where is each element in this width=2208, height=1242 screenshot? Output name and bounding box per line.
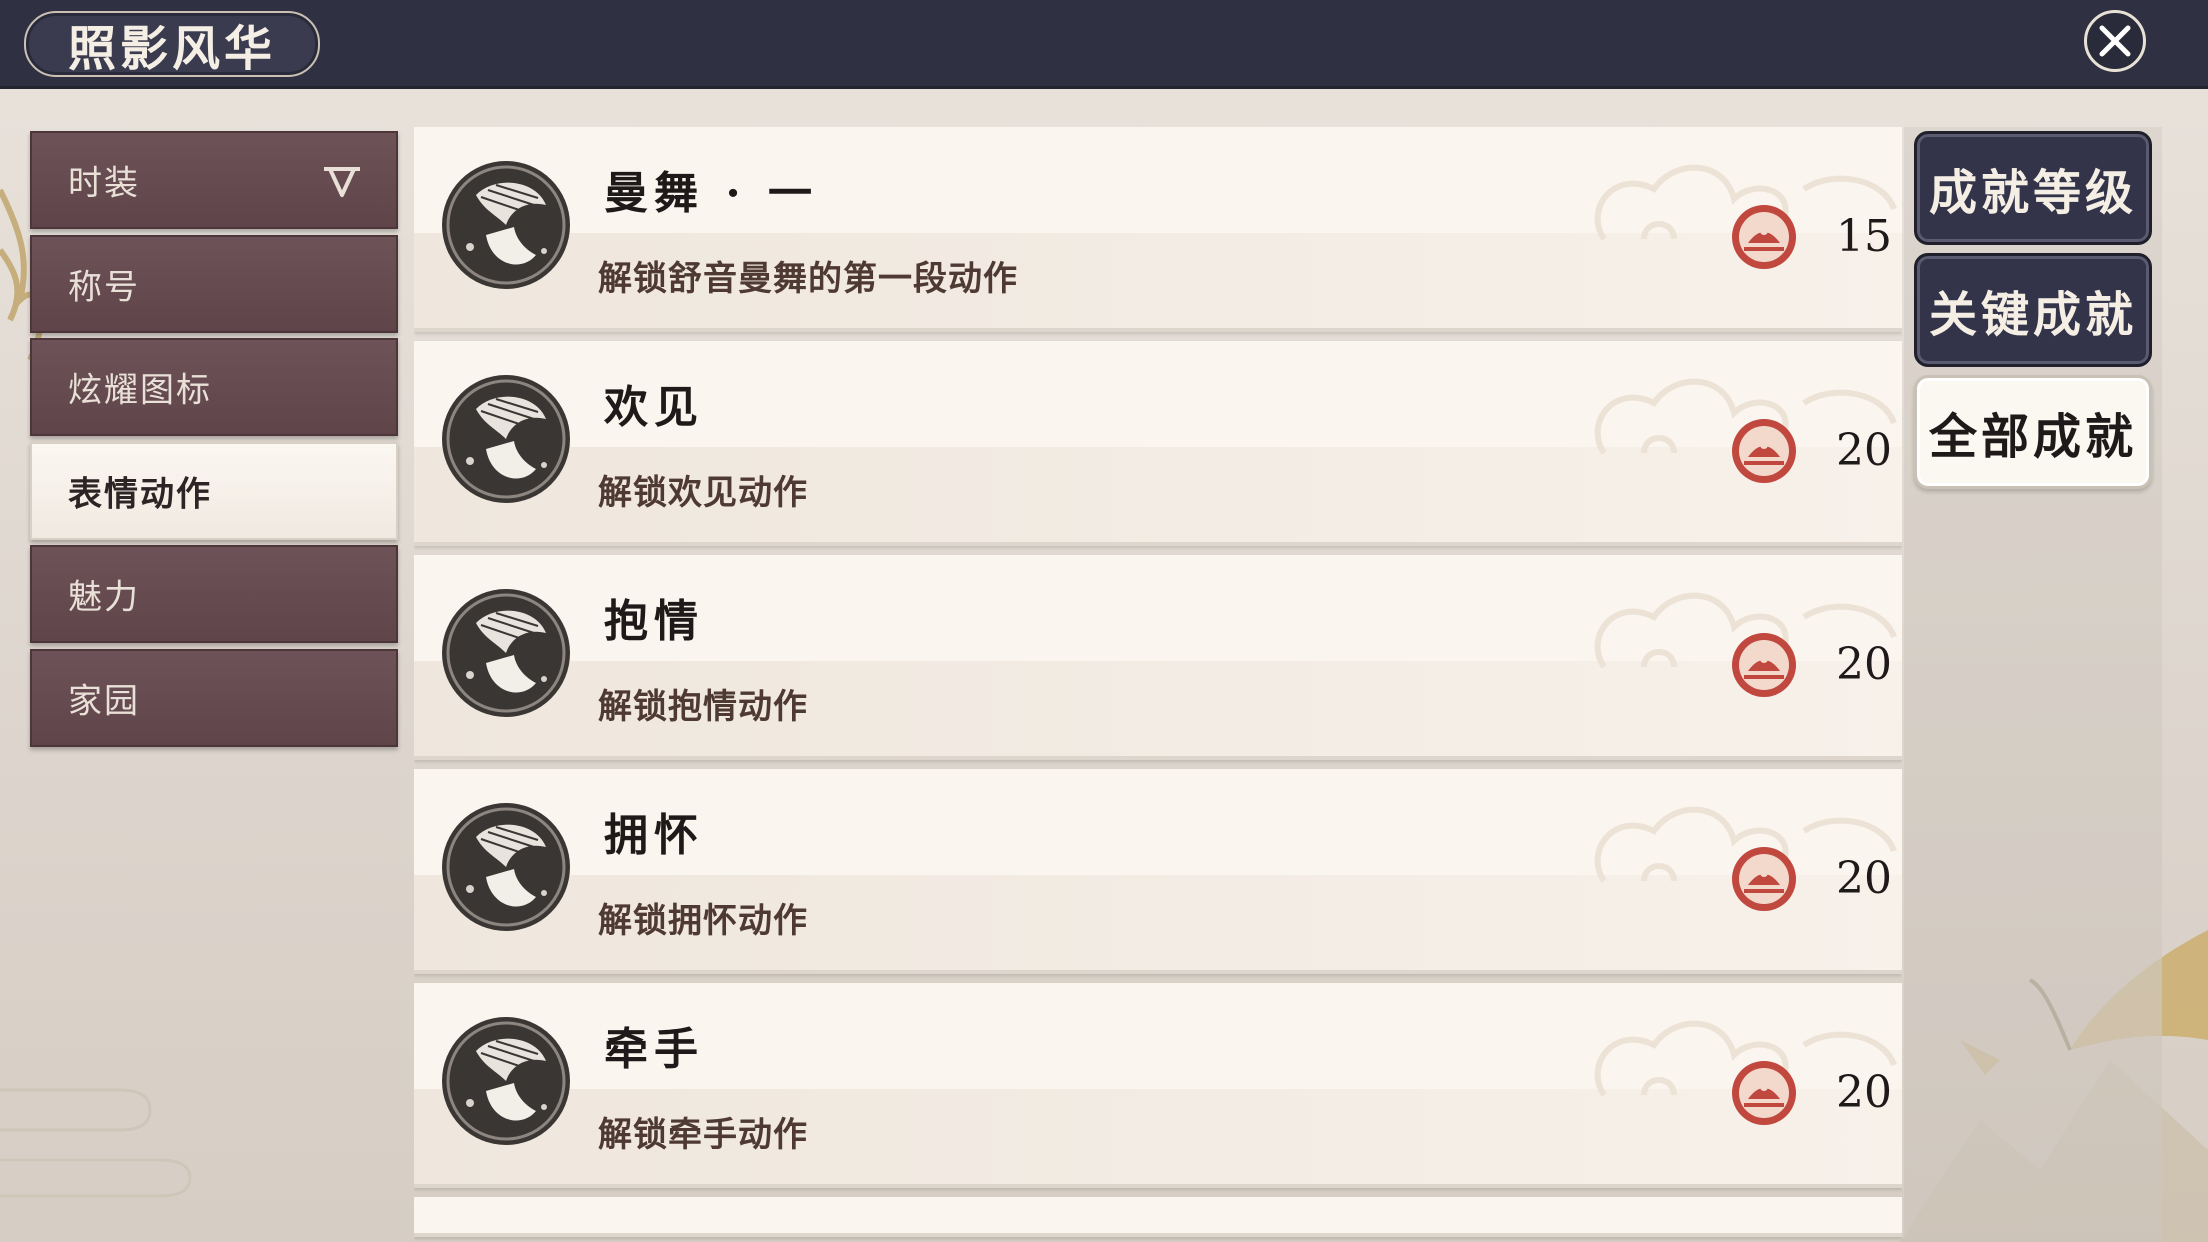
- sidebar-item-title[interactable]: 称号: [30, 234, 398, 333]
- achievement-points: 20: [1836, 1067, 1892, 1118]
- achievement-card: 欢见 解锁欢见动作 20: [414, 341, 1902, 546]
- close-button[interactable]: [2084, 10, 2146, 72]
- achievement-name: 牵手: [604, 1024, 704, 1075]
- sidebar-item-label: 称号: [68, 267, 140, 307]
- sidebar-item-charm[interactable]: 魅力: [30, 545, 398, 643]
- achievement-description: 解锁抱情动作: [598, 687, 808, 727]
- page-title: 照影风华: [24, 11, 320, 77]
- sidebar-item-label: 表情动作: [68, 474, 212, 514]
- achievement-description: 解锁舒音曼舞的第一段动作: [598, 259, 1018, 299]
- tab-all-achievements[interactable]: 全部成就: [1914, 375, 2152, 489]
- chevron-down-icon: [324, 167, 360, 197]
- achievement-name: 抱情: [604, 596, 704, 647]
- achievement-description: 解锁欢见动作: [598, 473, 808, 513]
- achievement-name: 欢见: [604, 382, 704, 433]
- achievement-points-icon: [1732, 419, 1796, 483]
- gramophone-emblem-icon: [442, 589, 570, 717]
- tab-key-achievements[interactable]: 关键成就: [1914, 253, 2152, 367]
- gramophone-emblem-icon: [442, 803, 570, 931]
- achievement-card-partial: [414, 1197, 1902, 1237]
- close-icon: [2099, 25, 2131, 57]
- achievement-card: 牵手 解锁牵手动作 20: [414, 983, 1902, 1188]
- achievement-card: 抱情 解锁抱情动作 20: [414, 555, 1902, 760]
- achievement-card: 拥怀 解锁拥怀动作 20: [414, 769, 1902, 974]
- sidebar-item-label: 魅力: [68, 577, 140, 618]
- achievement-points-icon: [1732, 205, 1796, 269]
- tab-achievement-level[interactable]: 成就等级: [1914, 131, 2152, 245]
- sidebar-item-label: 时装: [68, 163, 140, 204]
- achievement-name: 曼舞 · 一: [604, 168, 818, 219]
- sidebar-item-fashion[interactable]: 时装: [30, 131, 398, 229]
- gramophone-emblem-icon: [442, 161, 570, 289]
- sidebar-item-label: 炫耀图标: [68, 370, 212, 411]
- achievement-points: 20: [1836, 639, 1892, 690]
- achievement-name: 拥怀: [604, 810, 704, 861]
- gramophone-emblem-icon: [442, 1017, 570, 1145]
- gramophone-emblem-icon: [442, 375, 570, 503]
- achievement-description: 解锁拥怀动作: [598, 901, 808, 941]
- achievement-points: 20: [1836, 853, 1892, 904]
- achievement-points-icon: [1732, 633, 1796, 697]
- achievement-points-icon: [1732, 847, 1796, 911]
- sidebar-item-showcase-icon[interactable]: 炫耀图标: [30, 338, 398, 436]
- sidebar-item-home[interactable]: 家园: [30, 648, 398, 747]
- achievement-points: 15: [1836, 211, 1892, 262]
- achievement-list[interactable]: 曼舞 · 一 解锁舒音曼舞的第一段动作 15 欢见 解锁欢见动作 20 抱情 解…: [414, 127, 1902, 1242]
- achievement-points: 20: [1836, 425, 1892, 476]
- sidebar-item-label: 家园: [68, 681, 140, 721]
- sidebar-item-emotes[interactable]: 表情动作: [30, 441, 398, 540]
- achievement-points-icon: [1732, 1061, 1796, 1125]
- category-sidebar: 时装 称号 炫耀图标 表情动作 魅力 家园: [30, 131, 398, 752]
- achievement-card: 曼舞 · 一 解锁舒音曼舞的第一段动作 15: [414, 127, 1902, 332]
- top-bar: 照影风华: [0, 0, 2208, 89]
- achievement-description: 解锁牵手动作: [598, 1115, 808, 1155]
